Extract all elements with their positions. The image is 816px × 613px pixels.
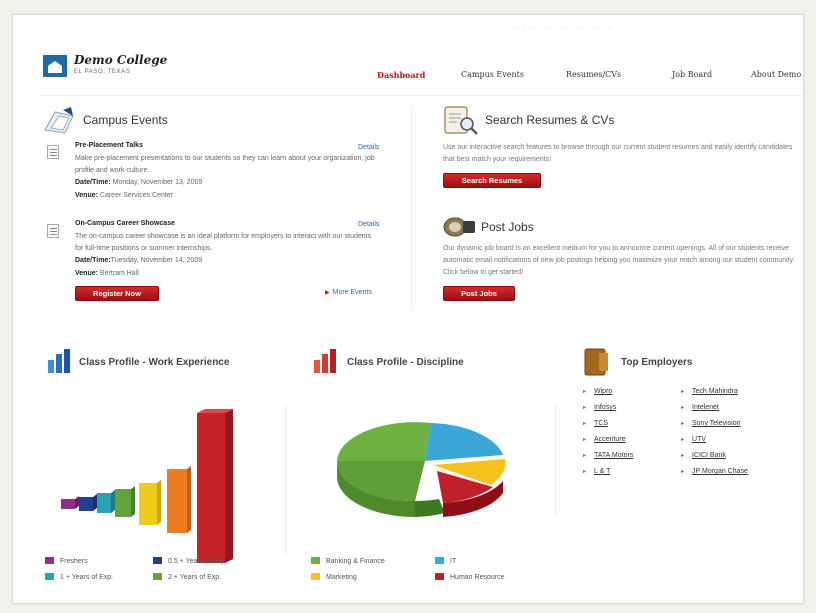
chart-divider	[555, 405, 556, 515]
event-datetime: Date/Time:Tuesday, November 14, 2009	[75, 257, 203, 264]
post-jobs-icon	[443, 217, 475, 237]
event-details-link[interactable]: Details	[358, 144, 379, 151]
nav-about[interactable]: About Demo	[751, 70, 801, 79]
event-title: Pre-Placement Talks	[75, 142, 143, 149]
pie-slice	[337, 422, 431, 461]
column-divider	[411, 105, 412, 310]
work-experience-chart	[61, 409, 233, 563]
employer-link[interactable]: ▸ Intelenet	[681, 404, 719, 411]
event-venue: Venue: Bertram Hall	[75, 270, 139, 277]
legend-swatch	[311, 573, 320, 580]
post-jobs-title: Post Jobs	[481, 220, 534, 234]
campus-events-title: Campus Events	[83, 113, 168, 127]
employer-link[interactable]: ▸ Sony Television	[681, 420, 741, 427]
event-note-icon	[47, 224, 59, 238]
search-resumes-icon	[444, 106, 478, 135]
legend-swatch	[311, 557, 320, 564]
search-resumes-button[interactable]: Search Resumes	[443, 173, 541, 188]
legend-item: 1 + Years of Exp.	[45, 573, 113, 581]
briefcase-icon	[584, 348, 608, 376]
legend-swatch	[153, 557, 162, 564]
legend-swatch	[45, 573, 54, 580]
event-note-icon	[47, 145, 59, 159]
search-resumes-title: Search Resumes & CVs	[485, 113, 615, 127]
employer-link[interactable]: ▸ JP Morgan Chase	[681, 468, 748, 475]
bar-3d	[115, 486, 135, 517]
employer-link[interactable]: ▸ Tech Mahindra	[681, 388, 738, 395]
legend-item: IT	[435, 557, 456, 565]
campus-events-icon	[44, 107, 74, 134]
employer-link[interactable]: ▸ Accenture	[583, 436, 626, 443]
pie-slice	[425, 423, 503, 461]
employer-link[interactable]: ▸ ICICI Bank	[681, 452, 726, 459]
nav-dashboard[interactable]: Dashboard	[377, 70, 425, 80]
legend-item: 2 + Years of Exp.	[153, 573, 221, 581]
legend-swatch	[45, 557, 54, 564]
legend-item: Freshers	[45, 557, 88, 565]
bar-3d	[79, 494, 97, 511]
event-details-link[interactable]: Details	[358, 221, 379, 228]
event-description: Make pre-placement presentations to our …	[75, 155, 375, 174]
college-name[interactable]: Demo College	[74, 53, 167, 67]
pie-slice-side	[415, 499, 445, 517]
legend-swatch	[153, 573, 162, 580]
event-datetime: Date/Time: Monday, November 13, 2009	[75, 179, 203, 186]
legend-item: Banking & Finance	[311, 557, 385, 565]
top-employers-title: Top Employers	[621, 357, 693, 368]
employer-link[interactable]: ▸ L & T	[583, 468, 610, 475]
bar-3d	[61, 496, 79, 509]
legend-item: Human Resource	[435, 573, 504, 581]
bar-3d	[97, 490, 115, 513]
post-jobs-button[interactable]: Post Jobs	[443, 286, 515, 301]
search-resumes-description: Use our interactive search features to b…	[443, 144, 793, 163]
bar-3d	[197, 409, 233, 563]
employer-link[interactable]: ▸ TATA Motors	[583, 452, 633, 459]
register-now-button[interactable]: Register Now	[75, 286, 159, 301]
employer-link[interactable]: ▸ TCS	[583, 420, 608, 427]
discipline-title: Class Profile - Discipline	[347, 357, 464, 368]
event-description: The on-campus career showcase is an idea…	[75, 233, 372, 252]
header-divider	[41, 95, 801, 96]
bar-3d	[139, 480, 161, 525]
event-venue: Venue: Career Services Center	[75, 192, 174, 199]
legend-swatch	[435, 573, 444, 580]
employer-link[interactable]: ▸ Wipro	[583, 388, 612, 395]
work-experience-title: Class Profile - Work Experience	[79, 357, 230, 368]
employer-link[interactable]: ▸ UTV	[681, 436, 706, 443]
employer-link[interactable]: ▸ Infosys	[583, 404, 616, 411]
bar-chart-icon	[48, 349, 70, 373]
bar-3d	[167, 466, 191, 533]
more-events-link[interactable]: ▶ More Events	[325, 289, 372, 296]
college-city: EL PASO, TEXAS	[74, 69, 131, 75]
chart-divider	[285, 405, 286, 555]
legend-item: 0.5 + Years of Exp.	[153, 557, 227, 565]
nav-campus-events[interactable]: Campus Events	[461, 70, 524, 79]
arrow-right-icon: ▶	[325, 290, 330, 296]
top-utility-strip: · · · · · · · · · · · · · · · · · · ·	[513, 25, 611, 32]
legend-swatch	[435, 557, 444, 564]
nav-job-board[interactable]: Job Board	[672, 70, 712, 79]
event-title: On-Campus Career Showcase	[75, 220, 175, 227]
college-logo-icon[interactable]	[43, 55, 67, 77]
browser-page: · · · · · · · · · · · · · · · · · · · De…	[12, 14, 804, 604]
legend-item: Marketing	[311, 573, 357, 581]
discipline-pie-chart	[337, 422, 506, 517]
nav-resumes-cvs[interactable]: Resumes/CVs	[566, 70, 621, 79]
bar-chart-icon	[314, 349, 336, 373]
post-jobs-description: Our dynamic job board is an excellent me…	[443, 245, 795, 276]
